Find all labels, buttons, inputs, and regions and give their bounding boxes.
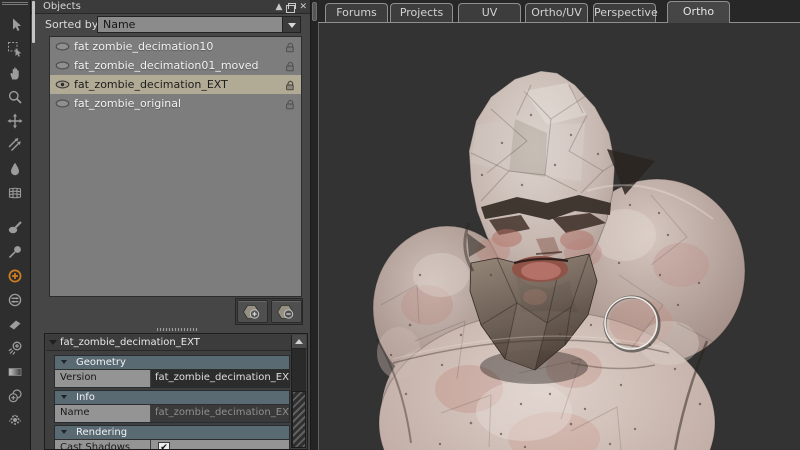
add-preset-icon[interactable]: [0, 264, 30, 288]
object-name: fat_zombie_decimation01_moved: [74, 59, 259, 72]
tab-projects[interactable]: Projects: [390, 3, 453, 22]
collapse-triangle-icon: [61, 430, 67, 437]
zoom-magnifier-icon[interactable]: [0, 85, 30, 109]
tab-ortho-uv[interactable]: Ortho/UV: [525, 3, 588, 22]
droplet-icon[interactable]: [0, 157, 30, 181]
collapse-icon[interactable]: ▲: [276, 1, 283, 13]
unlock-icon[interactable]: [284, 60, 296, 72]
scrollbar-thumb[interactable]: [292, 391, 306, 448]
object-name: fat_zombie_original: [74, 97, 181, 110]
marquee-select-icon[interactable]: [0, 37, 30, 61]
group-title: Info: [76, 392, 95, 403]
eye-open-icon[interactable]: [55, 80, 71, 89]
property-label: Name: [55, 405, 150, 422]
object-list: fat zombie_decimation10 fat_zombie_decim…: [49, 36, 302, 297]
3d-viewport[interactable]: [318, 23, 800, 450]
sort-row: Sorted by Name: [31, 15, 310, 35]
properties-content: Geometry Version fat_zombie_decimation_E…: [54, 355, 290, 450]
sort-dropdown[interactable]: Name: [97, 16, 301, 33]
objects-panel: Objects ▲ ✕ Sorted by Name fat zombie_de…: [31, 0, 310, 450]
property-row: Version fat_zombie_decimation_EXT.C: [55, 369, 289, 387]
tab-forums[interactable]: Forums: [325, 3, 388, 22]
group-geometry-header[interactable]: Geometry: [55, 356, 289, 369]
viewport-tabbar: Forums Projects UV Ortho/UV Perspective …: [318, 0, 800, 23]
pan-hand-icon[interactable]: [0, 61, 30, 85]
eye-closed-icon[interactable]: [55, 61, 71, 70]
list-button-panel: [235, 298, 303, 325]
list-item[interactable]: fat_zombie_original: [50, 94, 301, 113]
modeling-app-window: Objects ▲ ✕ Sorted by Name fat zombie_de…: [0, 0, 800, 450]
group-title: Geometry: [76, 357, 126, 368]
unlock-icon[interactable]: [284, 41, 296, 53]
tab-ortho[interactable]: Ortho: [667, 1, 730, 23]
list-item[interactable]: fat_zombie_decimation01_moved: [50, 56, 301, 75]
property-row: Cast Shadows ✔: [55, 439, 289, 450]
properties-header-label: fat_zombie_decimation_EXT: [60, 337, 200, 348]
clone-icon[interactable]: [0, 384, 30, 408]
group-rendering-header[interactable]: Rendering: [55, 426, 289, 439]
cast-shadows-cell: ✔: [151, 440, 289, 450]
spray-icon[interactable]: [0, 408, 30, 432]
eraser-icon[interactable]: [0, 312, 30, 336]
sorted-by-label: Sorted by: [45, 18, 98, 31]
property-row: Name fat_zombie_decimation_EXT: [55, 404, 289, 422]
chevron-down-icon[interactable]: [282, 17, 300, 32]
cast-shadows-checkbox[interactable]: ✔: [158, 442, 170, 450]
unlock-icon[interactable]: [284, 79, 296, 91]
property-label: Version: [55, 370, 150, 387]
group-info: Info Name fat_zombie_decimation_EXT: [54, 390, 290, 423]
slider-circle-icon[interactable]: [0, 288, 30, 312]
splitter-grip[interactable]: [312, 2, 317, 21]
collapse-triangle-icon: [61, 395, 67, 402]
group-rendering: Rendering Cast Shadows ✔: [54, 425, 290, 450]
remove-object-button[interactable]: [271, 300, 302, 323]
sort-dropdown-value: Name: [103, 18, 135, 31]
viewport-area: Forums Projects UV Ortho/UV Perspective …: [318, 0, 800, 450]
tab-perspective[interactable]: Perspective: [593, 3, 656, 22]
paint-stamp-icon[interactable]: [0, 216, 30, 240]
toolbar-drag-handle[interactable]: [2, 2, 28, 10]
move-icon[interactable]: [0, 109, 30, 133]
name-field[interactable]: fat_zombie_decimation_EXT: [151, 405, 289, 422]
close-icon[interactable]: ✕: [299, 1, 307, 13]
property-label: Cast Shadows: [55, 440, 150, 450]
panel-titlebar[interactable]: Objects ▲ ✕: [31, 0, 310, 14]
list-item[interactable]: fat zombie_decimation10: [50, 37, 301, 56]
collapse-triangle-icon: [49, 340, 57, 349]
airbrush-icon[interactable]: [0, 336, 30, 360]
group-geometry: Geometry Version fat_zombie_decimation_E…: [54, 355, 290, 388]
left-toolbar: [0, 0, 31, 450]
add-object-button[interactable]: [237, 300, 268, 323]
gradient-icon[interactable]: [0, 360, 30, 384]
object-name: fat_zombie_decimation_EXT: [74, 78, 228, 91]
lattice-icon[interactable]: [0, 181, 30, 205]
properties-scrollbar[interactable]: [291, 335, 306, 448]
group-title: Rendering: [76, 427, 127, 438]
restore-window-icon[interactable]: [286, 5, 295, 13]
panel-splitter-handle[interactable]: [157, 328, 199, 331]
eye-closed-icon[interactable]: [55, 99, 71, 108]
pin-icon[interactable]: [0, 240, 30, 264]
list-item-selected[interactable]: fat_zombie_decimation_EXT: [50, 75, 301, 94]
select-icon[interactable]: [0, 13, 30, 37]
properties-panel: fat_zombie_decimation_EXT Geometry Versi…: [44, 333, 308, 450]
object-name: fat zombie_decimation10: [74, 40, 213, 53]
eye-closed-icon[interactable]: [55, 42, 71, 51]
group-info-header[interactable]: Info: [55, 391, 289, 404]
transform-arrows-icon[interactable]: [0, 133, 30, 157]
properties-header[interactable]: fat_zombie_decimation_EXT: [46, 335, 291, 351]
tab-uv[interactable]: UV: [458, 3, 521, 22]
unlock-icon[interactable]: [284, 98, 296, 110]
version-field[interactable]: fat_zombie_decimation_EXT.C: [151, 370, 289, 387]
collapse-triangle-icon: [61, 360, 67, 367]
zombie-model: [373, 71, 745, 450]
panel-title: Objects: [43, 1, 81, 12]
scroll-up-button[interactable]: [292, 335, 306, 349]
